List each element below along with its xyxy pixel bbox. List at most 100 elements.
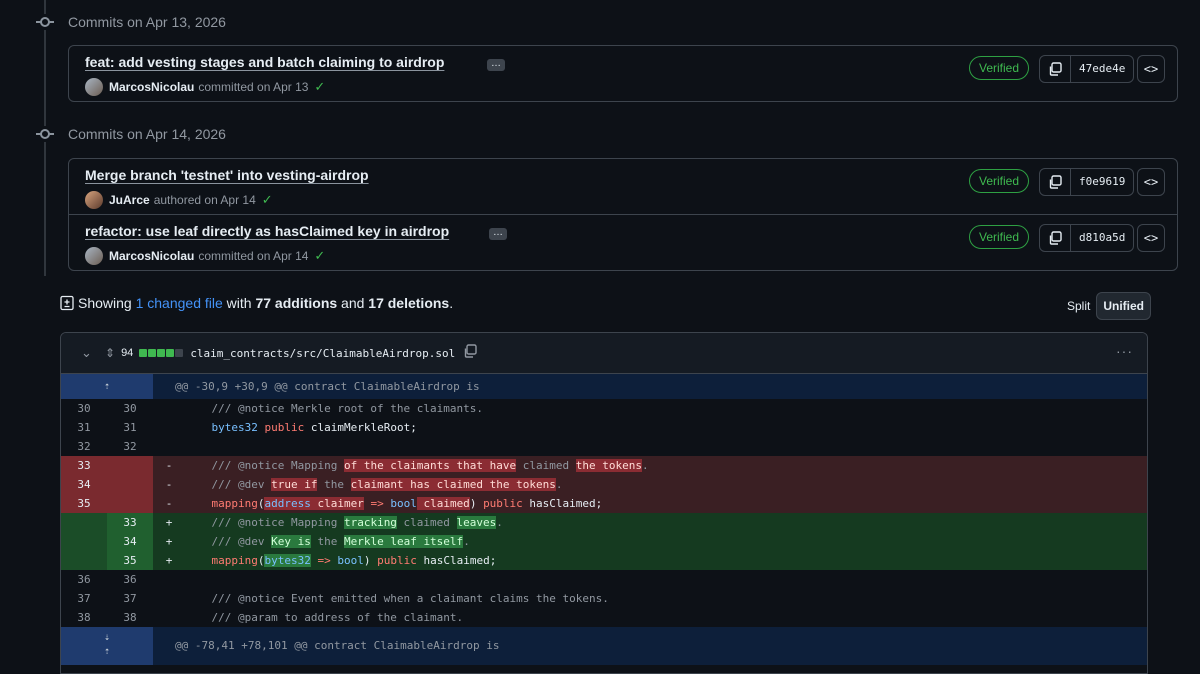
check-icon: ✓ (261, 192, 273, 207)
line-number-old[interactable]: 38 (61, 608, 107, 627)
commit-list: Merge branch 'testnet' into vesting-aird… (68, 158, 1178, 271)
line-number-old[interactable]: 33 (61, 456, 107, 475)
copy-icon[interactable] (463, 343, 477, 363)
diff-line: 32 32 (61, 437, 1147, 456)
commit-title: feat: add vesting stages and batch claim… (85, 54, 445, 70)
avatar[interactable] (85, 78, 103, 96)
hunk-header-text: @@ -78,41 +78,101 @@ contract ClaimableA… (175, 639, 500, 652)
diff-line-deletion: 33 - /// @notice Mapping of the claimants… (61, 456, 1147, 475)
commit-date-heading: Commits on Apr 13, 2026 (36, 12, 226, 32)
line-number-new[interactable] (107, 494, 153, 513)
verified-badge[interactable]: Verified (969, 169, 1030, 193)
changed-files-link[interactable]: 1 changed file (136, 295, 223, 311)
line-number-new[interactable]: 32 (107, 437, 153, 456)
commit-row: refactor: use leaf directly as hasClaime… (69, 215, 1177, 270)
diffstat-block (175, 349, 184, 357)
code-line: mapping(bytes32 => bool) public hasClaim… (211, 554, 497, 567)
check-icon: ✓ (314, 79, 326, 94)
code-icon[interactable]: <> (1137, 168, 1165, 196)
line-number-new[interactable]: 34 (107, 532, 153, 551)
commit-row: feat: add vesting stages and batch claim… (69, 46, 1177, 101)
diff-line-deletion: 34 - /// @dev true if the claimant has cl… (61, 475, 1147, 494)
commit-title-link[interactable]: refactor: use leaf directly as hasClaime… (85, 223, 449, 239)
line-number-new[interactable]: 31 (107, 418, 153, 437)
timeline-line (44, 30, 46, 126)
commit-sha-group: d810a5d (1039, 224, 1135, 252)
deletions-count: 17 deletions (368, 295, 450, 311)
diff-marker: - (165, 478, 173, 491)
line-number-new[interactable] (107, 475, 153, 494)
line-number-old[interactable]: 34 (61, 475, 107, 494)
line-number-old[interactable]: 31 (61, 418, 107, 437)
diff-summary: Showing 1 changed file with 77 additions… (60, 295, 453, 311)
copy-icon[interactable] (1040, 225, 1071, 251)
unified-view-button[interactable]: Unified (1096, 292, 1152, 320)
verified-badge[interactable]: Verified (969, 225, 1030, 249)
line-number-old[interactable] (61, 532, 107, 551)
split-view-button[interactable]: Split (1061, 292, 1096, 320)
expand-up-icon[interactable]: ⇡ (61, 374, 153, 399)
file-path[interactable]: claim_contracts/src/ClaimableAirdrop.sol (190, 347, 455, 360)
code-icon[interactable]: <> (1137, 224, 1165, 252)
code-line: /// @dev true if the claimant has claime… (185, 478, 563, 491)
summary-and: and (341, 295, 365, 311)
line-number-new[interactable]: 35 (107, 551, 153, 570)
diff-marker (153, 399, 185, 418)
diff-marker (153, 570, 185, 589)
diff-line: 37 37 /// @notice Event emitted when a cl… (61, 589, 1147, 608)
commit-date-label: Commits on Apr 13, 2026 (68, 14, 226, 30)
line-number-old[interactable] (61, 551, 107, 570)
line-number-new[interactable]: 37 (107, 589, 153, 608)
line-number-old[interactable] (61, 513, 107, 532)
diff-line-deletion: 35 - mapping(address claimer => bool clai… (61, 494, 1147, 513)
line-number-new[interactable]: 33 (107, 513, 153, 532)
diffstat-block (166, 349, 175, 357)
diff-change-count: 94 (121, 347, 134, 359)
line-number-old[interactable]: 37 (61, 589, 107, 608)
commit-author[interactable]: MarcosNicolau (109, 80, 194, 94)
diffstat-bar (139, 349, 184, 357)
commit-ellipsis-button[interactable]: … (489, 228, 507, 240)
line-number-old[interactable]: 36 (61, 570, 107, 589)
line-number-old[interactable]: 35 (61, 494, 107, 513)
line-number-new[interactable]: 38 (107, 608, 153, 627)
diff-marker (153, 608, 185, 627)
copy-icon[interactable] (1040, 169, 1071, 195)
file-header: ⌄ ⇕ 94 claim_contracts/src/ClaimableAird… (61, 333, 1147, 374)
commit-title: refactor: use leaf directly as hasClaime… (85, 223, 450, 239)
verified-badge[interactable]: Verified (969, 56, 1030, 80)
line-number-new[interactable]: 36 (107, 570, 153, 589)
avatar[interactable] (85, 247, 103, 265)
commit-sha[interactable]: f0e9619 (1071, 169, 1133, 195)
kebab-horizontal-icon[interactable]: ··· (1116, 343, 1133, 359)
line-number-new[interactable] (107, 456, 153, 475)
avatar[interactable] (85, 191, 103, 209)
diff-line-addition: 34 + /// @dev Key is the Merkle leaf itse… (61, 532, 1147, 551)
commit-title-link[interactable]: Merge branch 'testnet' into vesting-aird… (85, 167, 369, 183)
hunk-header-text: @@ -30,9 +30,9 @@ contract ClaimableAird… (175, 380, 480, 393)
hunk-header: ⇡ @@ -30,9 +30,9 @@ contract ClaimableAi… (61, 374, 1147, 399)
commit-sha-group: 47ede4e (1039, 55, 1135, 83)
chevron-down-icon[interactable]: ⌄ (81, 345, 93, 361)
diff-marker: - (165, 459, 173, 472)
copy-icon[interactable] (1040, 56, 1071, 82)
commit-date-label: Commits on Apr 14, 2026 (68, 126, 226, 142)
commit-author[interactable]: JuArce (109, 193, 150, 207)
line-number-new[interactable]: 30 (107, 399, 153, 418)
commit-list: feat: add vesting stages and batch claim… (68, 45, 1178, 102)
line-number-old[interactable]: 32 (61, 437, 107, 456)
diffstat-block (157, 349, 166, 357)
diff-line-addition: 33 + /// @notice Mapping tracking claimed… (61, 513, 1147, 532)
commit-title-link[interactable]: feat: add vesting stages and batch claim… (85, 54, 444, 70)
code-line: bytes32 public claimMerkleRoot; (211, 421, 417, 434)
line-number-old[interactable]: 30 (61, 399, 107, 418)
timeline-line (44, 142, 46, 276)
expand-both-icon[interactable]: ⇣ ⇡ (61, 627, 153, 665)
unfold-icon[interactable]: ⇕ (105, 346, 115, 360)
hunk-header: ⇣ ⇡ @@ -78,41 +78,101 @@ contract Claimab… (61, 627, 1147, 665)
commit-sha[interactable]: d810a5d (1071, 225, 1133, 251)
code-icon[interactable]: <> (1137, 55, 1165, 83)
commit-author[interactable]: MarcosNicolau (109, 249, 194, 263)
commit-ellipsis-button[interactable]: … (487, 59, 505, 71)
commit-sha[interactable]: 47ede4e (1071, 56, 1133, 82)
